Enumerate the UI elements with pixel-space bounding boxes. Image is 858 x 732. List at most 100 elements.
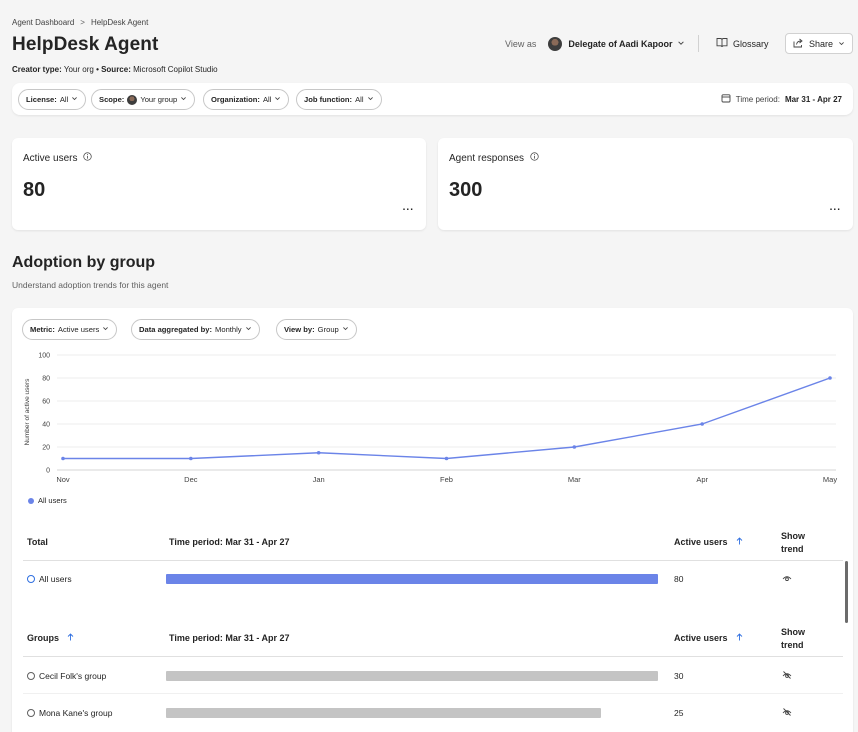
scope-filter-value: Your group [140, 95, 178, 104]
time-period-column-header: Time period: Mar 31 - Apr 27 [169, 537, 290, 547]
metric-filter-value: Active users [57, 325, 100, 334]
breadcrumb-root-link[interactable]: Agent Dashboard [12, 18, 74, 27]
active-users-header-label: Active users [674, 633, 728, 643]
radio-button[interactable] [27, 709, 35, 717]
more-options-button[interactable]: ... [403, 202, 414, 213]
agent-responses-card: Agent responses 300 ... [438, 138, 853, 230]
group-row-name: Cecil Folk's group [39, 671, 107, 681]
view-by-filter-label: View by: [284, 325, 315, 334]
group-row-value: 30 [674, 671, 684, 681]
creator-type-value: Your org [63, 65, 94, 74]
data-point[interactable] [828, 376, 832, 380]
show-trend-header-line1: Show [781, 627, 805, 637]
job-function-filter-label: Job function: [304, 95, 353, 104]
license-filter-label: License: [26, 95, 57, 104]
share-icon [793, 38, 804, 50]
delegate-dropdown[interactable]: Delegate of Aadi Kapoor [568, 39, 684, 49]
view-by-filter[interactable]: View by: Group [276, 319, 357, 340]
x-tick-label: Mar [568, 475, 581, 484]
data-point[interactable] [316, 450, 321, 455]
view-as-label: View as [505, 39, 537, 49]
table-row-label[interactable]: All users [27, 574, 72, 584]
data-point[interactable] [700, 422, 704, 426]
scope-filter[interactable]: Scope: Your group [91, 89, 196, 110]
book-icon [716, 37, 728, 50]
chevron-down-icon [838, 39, 845, 49]
data-point[interactable] [189, 456, 193, 461]
group-row-name: Mona Kane's group [39, 708, 113, 718]
scrollbar[interactable] [845, 561, 848, 623]
aggregation-filter[interactable]: Data aggregated by: Monthly [131, 319, 260, 340]
eye-off-icon[interactable] [782, 707, 792, 719]
table-divider [23, 693, 843, 694]
y-tick-label: 60 [42, 399, 50, 406]
organization-filter[interactable]: Organization: All [203, 89, 290, 110]
y-tick-label: 20 [42, 445, 50, 452]
source-value: Microsoft Copilot Studio [133, 65, 218, 74]
time-period-selector[interactable]: Time period: Mar 31 - Apr 27 [721, 93, 842, 105]
time-period-value: Mar 31 - Apr 27 [784, 94, 842, 104]
active-users-column-header[interactable]: Active users [674, 633, 743, 643]
y-tick-label: 80 [42, 376, 50, 383]
table-row[interactable]: Cecil Folk's group [27, 671, 106, 681]
legend-marker [28, 497, 34, 504]
time-period-column-header: Time period: Mar 31 - Apr 27 [169, 633, 290, 643]
active-users-label: Active users [23, 152, 78, 164]
avatar [127, 94, 138, 105]
x-tick-label: Nov [56, 475, 70, 484]
glossary-button[interactable]: Glossary [716, 35, 769, 52]
license-filter[interactable]: License: All [18, 89, 87, 110]
breadcrumb: Agent Dashboard > HelpDesk Agent [12, 18, 148, 27]
x-tick-label: Apr [696, 475, 708, 484]
series-line-all-users [63, 377, 831, 460]
group-row-bar [166, 671, 658, 681]
adoption-line-chart: Number of active users 0 20 40 60 80 100 Nov D… [24, 353, 837, 485]
chart-legend[interactable]: All users [28, 496, 67, 505]
kpi-label: Active users [23, 152, 93, 164]
total-column-header: Total [27, 537, 48, 547]
chevron-down-icon [102, 325, 109, 334]
adoption-card: Metric: Active users Data aggregated by:… [12, 308, 853, 732]
table-row[interactable]: Mona Kane's group [27, 708, 112, 718]
total-row-value: 80 [674, 574, 684, 584]
radio-button[interactable] [27, 575, 35, 583]
show-trend-header-line1: Show [781, 531, 805, 541]
sort-ascending-icon [736, 537, 743, 547]
creator-type-label: Creator type: [12, 65, 62, 74]
data-point[interactable] [61, 456, 65, 461]
avatar [548, 37, 563, 51]
view-as: View as Delegate of Aadi Kapoor [505, 37, 685, 51]
metric-filter[interactable]: Metric: Active users [22, 319, 118, 340]
agent-responses-label: Agent responses [449, 152, 525, 164]
aggregation-filter-label: Data aggregated by: [139, 325, 213, 334]
x-tick-label: Dec [184, 475, 198, 484]
eye-icon[interactable] [782, 574, 792, 585]
job-function-filter[interactable]: Job function: All [296, 89, 382, 110]
creator-info: Creator type: Your org • Source: Microso… [12, 65, 218, 74]
y-tick-label: 0 [46, 468, 50, 475]
chevron-down-icon [180, 95, 187, 104]
chevron-down-icon [367, 95, 374, 104]
groups-column-header[interactable]: Groups [27, 633, 74, 643]
glossary-label: Glossary [733, 38, 769, 49]
x-tick-label: May [823, 475, 837, 484]
more-options-button[interactable]: ... [830, 202, 841, 213]
chevron-down-icon [677, 39, 685, 49]
radio-button[interactable] [27, 672, 35, 680]
share-button[interactable]: Share [785, 33, 853, 54]
chevron-down-icon [342, 325, 349, 334]
section-subtitle: Understand adoption trends for this agen… [12, 280, 169, 290]
groups-header-label: Groups [27, 633, 60, 643]
data-point[interactable] [444, 456, 449, 461]
show-trend-header-line2: trend [781, 640, 804, 650]
eye-off-icon[interactable] [782, 670, 792, 682]
kpi-label: Agent responses [449, 152, 539, 164]
data-point[interactable] [572, 445, 577, 449]
info-icon[interactable] [83, 152, 93, 164]
sort-ascending-icon [736, 633, 743, 643]
info-icon[interactable] [530, 152, 539, 164]
active-users-column-header[interactable]: Active users [674, 537, 743, 547]
header-divider [698, 35, 699, 52]
table-divider [23, 560, 843, 561]
y-tick-label: 100 [38, 353, 50, 360]
